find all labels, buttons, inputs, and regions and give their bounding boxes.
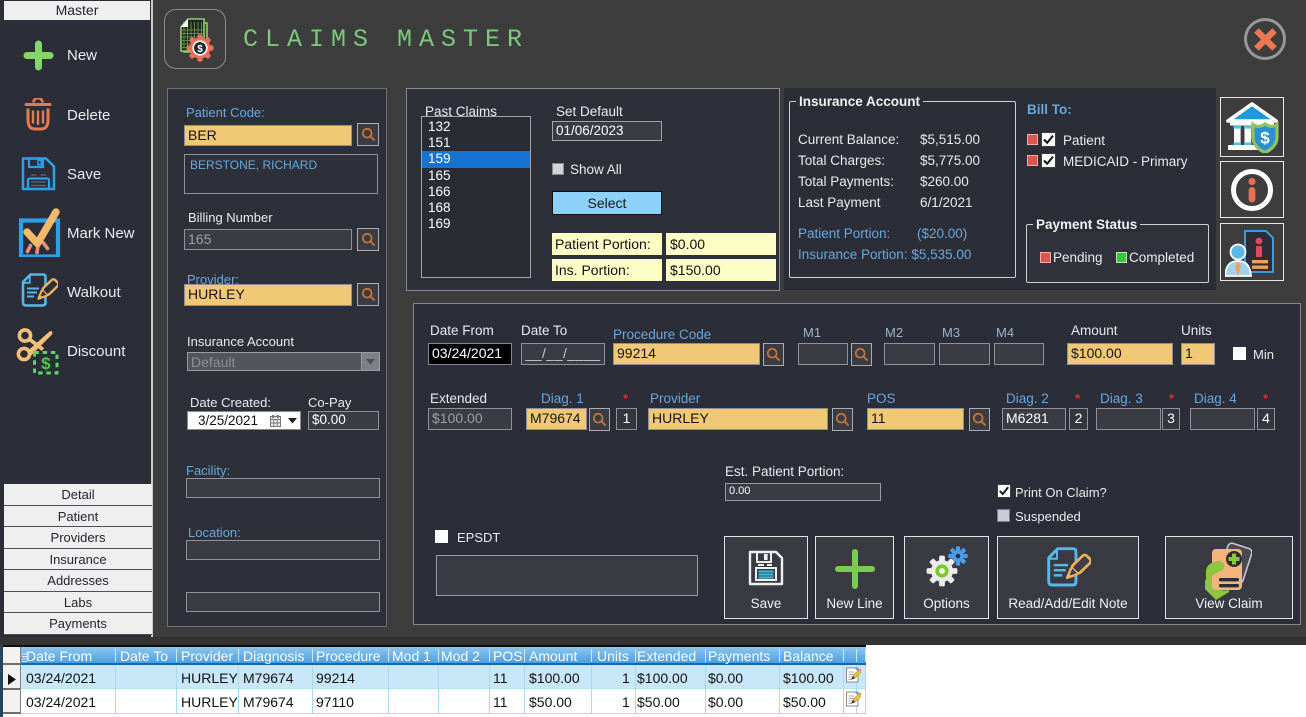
svg-text:$: $	[1260, 129, 1270, 148]
svg-text:$: $	[41, 354, 51, 373]
svg-text:$: $	[197, 44, 203, 55]
